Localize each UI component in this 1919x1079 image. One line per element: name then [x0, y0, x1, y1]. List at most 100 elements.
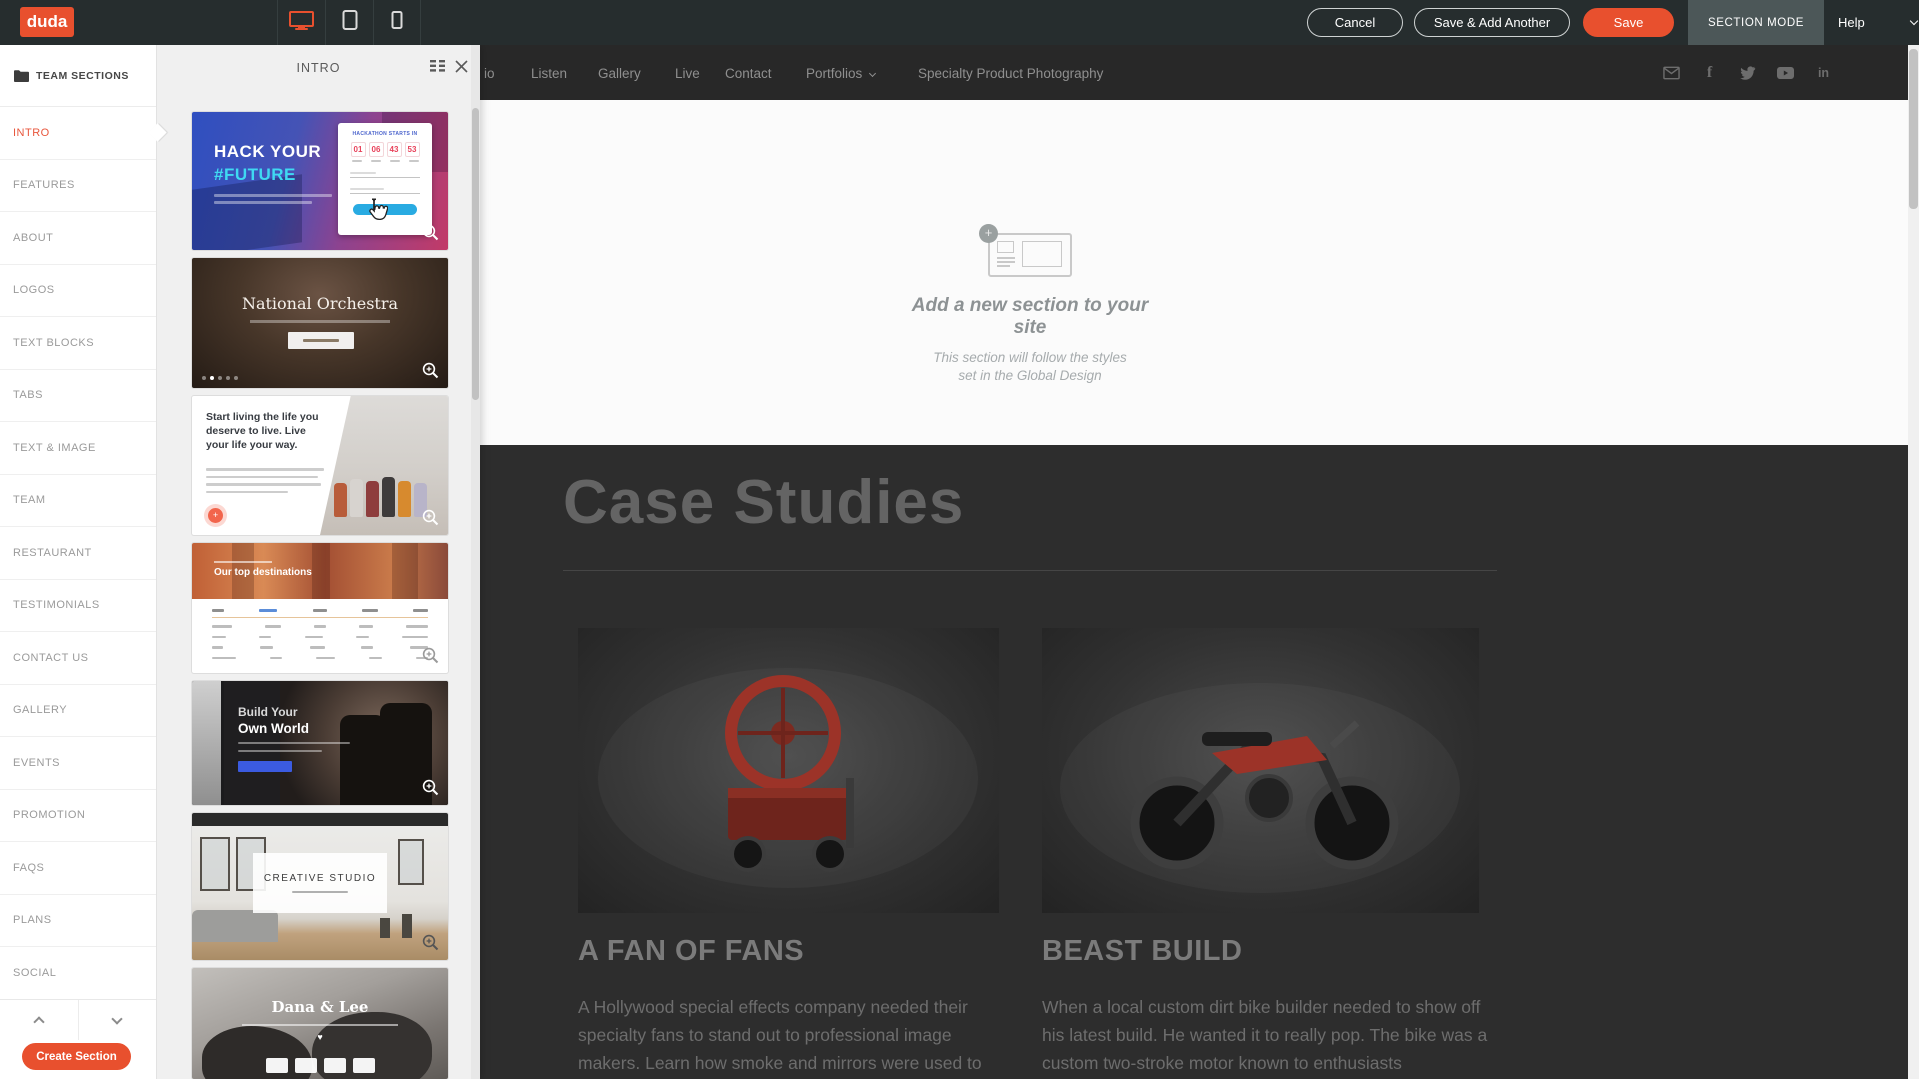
plus-icon: + — [979, 224, 998, 243]
thumb-title: Own World — [238, 721, 350, 736]
youtube-icon[interactable] — [1777, 64, 1794, 81]
sidebar-item-tabs[interactable]: TABS — [0, 370, 156, 423]
nav-link-listen[interactable]: Listen — [531, 66, 567, 81]
zoom-preview-icon[interactable] — [422, 224, 440, 242]
layout-grid-icon[interactable] — [430, 60, 445, 75]
sidebar-item-features[interactable]: FEATURES — [0, 160, 156, 213]
sidebar-item-text-blocks[interactable]: TEXT BLOCKS — [0, 317, 156, 370]
case-study-text: A Hollywood special effects company need… — [578, 993, 1006, 1077]
save-button[interactable]: Save — [1583, 8, 1674, 37]
template-thumbnail-start-living[interactable]: Start living the life you deserve to liv… — [192, 396, 448, 535]
thumb-title: Our top destinations — [214, 567, 312, 578]
template-thumbnail-creative-studio[interactable]: CREATIVE STUDIO — [192, 813, 448, 960]
template-list: HACK YOUR #FUTURE HACKATHON STARTS IN 01… — [157, 90, 471, 1079]
nav-link-contact[interactable]: Contact — [725, 66, 772, 81]
template-thumbnail-national-orchestra[interactable]: National Orchestra — [192, 258, 448, 388]
zoom-preview-icon[interactable] — [422, 509, 440, 527]
zoom-preview-icon[interactable] — [422, 934, 440, 952]
nav-link-portfolios[interactable]: Portfolios — [806, 66, 875, 81]
section-layout-icon: + — [988, 225, 1072, 269]
create-section-button[interactable]: Create Section — [22, 1043, 131, 1070]
save-add-another-button[interactable]: Save & Add Another — [1414, 8, 1570, 37]
sidebar-item-intro[interactable]: INTRO — [0, 107, 156, 160]
thumb-title: Dana & Lee — [192, 998, 448, 1016]
zoom-preview-icon[interactable] — [422, 647, 440, 665]
template-thumbnail-dana-and-lee[interactable]: Dana & Lee ♥ — [192, 968, 448, 1079]
thumb-title: Build Your — [238, 705, 350, 719]
sidebar-item-social[interactable]: SOCIAL — [0, 947, 156, 1000]
case-study-text: When a local custom dirt bike builder ne… — [1042, 993, 1492, 1077]
sections-sidebar: TEAM SECTIONS INTRO FEATURES ABOUT LOGOS… — [0, 45, 157, 1079]
template-thumbnail-top-destinations[interactable]: Our top destinations — [192, 543, 448, 673]
panel-header: INTRO — [157, 45, 480, 90]
page-scrollbar-thumb[interactable] — [1909, 49, 1918, 209]
topbar: duda Cancel Save & Add Another Save SECT… — [0, 0, 1919, 45]
sidebar-item-plans[interactable]: PLANS — [0, 895, 156, 948]
duda-editor: duda Cancel Save & Add Another Save SECT… — [0, 0, 1919, 1079]
sidebar-item-text-image[interactable]: TEXT & IMAGE — [0, 422, 156, 475]
chevron-down-icon — [869, 70, 876, 77]
links-table — [212, 609, 428, 667]
intro-templates-panel: INTRO HACK YOUR #FUTURE — [157, 45, 480, 1079]
case-study-image-bike — [1042, 628, 1479, 913]
nav-link-specialty[interactable]: Specialty Product Photography — [918, 66, 1103, 81]
sidebar-item-restaurant[interactable]: RESTAURANT — [0, 527, 156, 580]
desktop-preview-button[interactable] — [277, 0, 325, 45]
zoom-preview-icon[interactable] — [422, 362, 440, 380]
thumb-button — [288, 332, 354, 349]
case-study-image-fan — [578, 628, 999, 913]
sidebar-item-logos[interactable]: LOGOS — [0, 265, 156, 318]
facebook-icon[interactable]: f — [1701, 64, 1718, 81]
scroll-up-button[interactable] — [0, 1000, 79, 1040]
case-study-title: A FAN OF FANS — [578, 935, 804, 968]
sidebar-item-gallery[interactable]: GALLERY — [0, 685, 156, 738]
template-thumbnail-build-your-own-world[interactable]: Build Your Own World — [192, 681, 448, 805]
mobile-preview-button[interactable] — [373, 0, 421, 45]
countdown-card: HACKATHON STARTS IN 01 06 43 53 — [338, 123, 432, 235]
case-studies-section: Case Studies — [480, 445, 1919, 1079]
site-preview: io Listen Gallery Live Contact Portfolio… — [480, 45, 1919, 1079]
thumb-button — [238, 761, 292, 772]
thumb-card: CREATIVE STUDIO — [253, 853, 387, 913]
case-study-title: BEAST BUILD — [1042, 935, 1242, 968]
duda-logo[interactable]: duda — [20, 7, 74, 37]
nav-link-gallery[interactable]: Gallery — [598, 66, 641, 81]
folder-icon — [13, 69, 29, 82]
page-scrollbar[interactable] — [1908, 45, 1919, 1079]
sidebar-scroll-controls — [0, 999, 156, 1040]
sidebar-item-team[interactable]: TEAM — [0, 475, 156, 528]
zoom-preview-icon[interactable] — [422, 779, 440, 797]
sidebar-item-about[interactable]: ABOUT — [0, 212, 156, 265]
add-section-placeholder[interactable]: + Add a new section to your site This se… — [895, 225, 1165, 385]
tablet-preview-button[interactable] — [325, 0, 373, 45]
scroll-down-button[interactable] — [79, 1000, 157, 1040]
heart-icon: ♥ — [192, 1032, 448, 1042]
close-icon[interactable] — [455, 60, 468, 76]
device-preview-switcher — [277, 0, 421, 45]
mobile-icon — [390, 9, 404, 36]
card-title: HACKATHON STARTS IN — [338, 131, 432, 137]
chevron-down-icon — [1910, 17, 1918, 25]
sidebar-item-events[interactable]: EVENTS — [0, 737, 156, 790]
carousel-dots — [202, 376, 238, 380]
panel-scrollbar-thumb[interactable] — [472, 108, 479, 400]
thumb-title: #FUTURE — [214, 165, 332, 185]
placeholder-title: Add a new section to your site — [895, 295, 1165, 339]
linkedin-icon[interactable]: in — [1815, 64, 1832, 81]
site-nav: io Listen Gallery Live Contact Portfolio… — [480, 45, 1919, 100]
divider — [563, 570, 1497, 571]
nav-link-live[interactable]: Live — [675, 66, 700, 81]
mail-icon[interactable] — [1663, 64, 1680, 81]
plus-icon: + — [208, 508, 223, 523]
help-menu[interactable]: Help — [1838, 0, 1917, 45]
sidebar-item-faqs[interactable]: FAQS — [0, 842, 156, 895]
cancel-button[interactable]: Cancel — [1307, 8, 1403, 37]
sidebar-item-testimonials[interactable]: TESTIMONIALS — [0, 580, 156, 633]
sidebar-item-promotion[interactable]: PROMOTION — [0, 790, 156, 843]
nav-link-io[interactable]: io — [484, 66, 495, 81]
template-thumbnail-hack-your-future[interactable]: HACK YOUR #FUTURE HACKATHON STARTS IN 01… — [192, 112, 448, 250]
twitter-icon[interactable] — [1739, 64, 1756, 81]
thumb-title: CREATIVE STUDIO — [264, 873, 376, 884]
thumb-title: National Orchestra — [192, 294, 448, 313]
sidebar-item-contact-us[interactable]: CONTACT US — [0, 632, 156, 685]
